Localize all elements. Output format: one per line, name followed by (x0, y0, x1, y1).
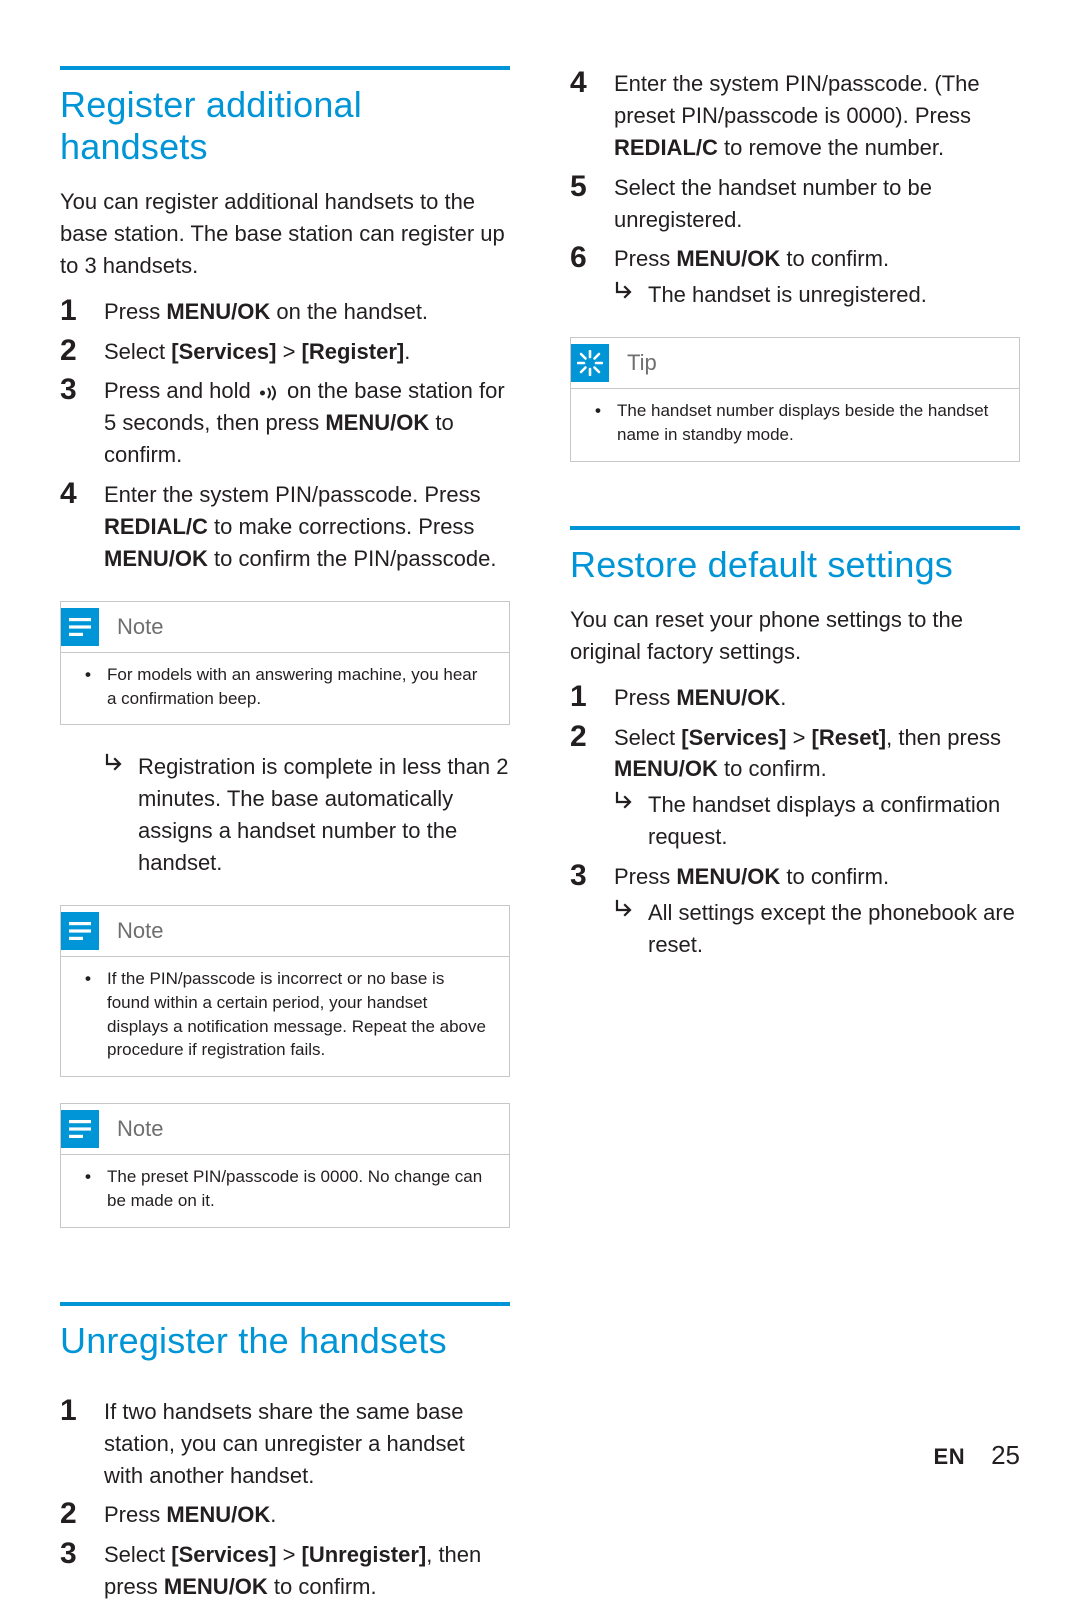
section-divider (60, 1302, 510, 1306)
arrow-icon (104, 751, 126, 773)
step-item: 2 Select [Services] > [Register]. (60, 334, 510, 368)
arrow-icon (614, 897, 636, 919)
left-column: Register additional handsets You can reg… (60, 60, 510, 1609)
step-item: 2 Press MENU/OK. (60, 1497, 510, 1531)
step-text: Press MENU/OK to confirm.The handset is … (614, 241, 1020, 311)
steps-register: 1 Press MENU/OK on the handset. 2 Select [S… (60, 294, 510, 575)
note-callout: Note •If the PIN/passcode is incorrect o… (60, 905, 510, 1077)
result-text: The handset displays a confirmation requ… (648, 789, 1020, 853)
section-intro: You can register additional handsets to … (60, 186, 510, 282)
footer-lang: EN (934, 1444, 966, 1470)
callout-header: Tip (571, 338, 1019, 389)
callout-title: Note (117, 918, 163, 944)
step-number: 2 (60, 1497, 86, 1530)
tip-icon (571, 344, 609, 382)
section-title-restore: Restore default settings (570, 544, 1020, 586)
note-icon (61, 912, 99, 950)
steps-unregister: 1 If two handsets share the same base sta… (60, 1394, 510, 1603)
callout-text: The handset number displays beside the h… (617, 399, 999, 447)
step-number: 1 (60, 294, 86, 327)
callout-body: •If the PIN/passcode is incorrect or no … (61, 957, 509, 1076)
step-item: 5 Select the handset number to be unregis… (570, 170, 1020, 236)
section-title-register: Register additional handsets (60, 84, 510, 168)
step-number: 1 (570, 680, 596, 713)
step-text: Press MENU/OK on the handset. (104, 294, 510, 328)
result-block: The handset displays a confirmation requ… (614, 789, 1020, 853)
step-text: Enter the system PIN/passcode. Press RED… (104, 477, 510, 575)
step-item: 4 Enter the system PIN/passcode. (The pre… (570, 66, 1020, 164)
step-item: 6 Press MENU/OK to confirm.The handset is… (570, 241, 1020, 311)
callout-header: Note (61, 602, 509, 653)
step-number: 4 (60, 477, 86, 510)
callout-title: Tip (627, 350, 657, 376)
callout-body: •The preset PIN/passcode is 0000. No cha… (61, 1155, 509, 1227)
step-text: Select [Services] > [Unregister], then p… (104, 1537, 510, 1603)
step-text: Press MENU/OK. (614, 680, 1020, 714)
arrow-icon (614, 789, 636, 811)
step-item: 3 Press MENU/OK to confirm.All settings e… (570, 859, 1020, 961)
step-item: 2 Select [Services] > [Reset], then press… (570, 720, 1020, 854)
callout-body: •For models with an answering machine, y… (61, 653, 509, 725)
step-number: 1 (60, 1394, 86, 1427)
section-intro: You can reset your phone settings to the… (570, 604, 1020, 668)
step-text: Enter the system PIN/passcode. (The pres… (614, 66, 1020, 164)
step-text: Press and hold on the base station for 5… (104, 373, 510, 471)
footer-page-number: 25 (991, 1440, 1020, 1471)
note-icon (61, 608, 99, 646)
step-number: 3 (60, 1537, 86, 1570)
step-text: Select the handset number to be unregist… (614, 170, 1020, 236)
callout-text: If the PIN/passcode is incorrect or no b… (107, 967, 489, 1062)
result-block: Registration is complete in less than 2 … (104, 751, 510, 879)
callout-title: Note (117, 1116, 163, 1142)
step-text: Select [Services] > [Register]. (104, 334, 510, 368)
callout-header: Note (61, 906, 509, 957)
step-number: 3 (60, 373, 86, 406)
step-number: 3 (570, 859, 596, 892)
section-divider (570, 526, 1020, 530)
arrow-icon (614, 279, 636, 301)
step-item: 3 Select [Services] > [Unregister], then … (60, 1537, 510, 1603)
step-number: 4 (570, 66, 596, 99)
note-icon (61, 1110, 99, 1148)
right-column: 4 Enter the system PIN/passcode. (The pre… (570, 60, 1020, 1609)
step-number: 6 (570, 241, 596, 274)
step-number: 2 (60, 334, 86, 367)
step-number: 2 (570, 720, 596, 753)
step-text: Press MENU/OK to confirm.All settings ex… (614, 859, 1020, 961)
callout-body: •The handset number displays beside the … (571, 389, 1019, 461)
step-item: 1 If two handsets share the same base sta… (60, 1394, 510, 1492)
step-number: 5 (570, 170, 596, 203)
result-text: The handset is unregistered. (648, 279, 927, 311)
section-title-unregister: Unregister the handsets (60, 1320, 510, 1362)
section-divider (60, 66, 510, 70)
tip-callout: Tip •The handset number displays beside … (570, 337, 1020, 462)
page-footer: EN 25 (934, 1440, 1020, 1471)
result-text: All settings except the phonebook are re… (648, 897, 1020, 961)
step-item: 4 Enter the system PIN/passcode. Press RE… (60, 477, 510, 575)
step-item: 3 Press and hold on the base station for … (60, 373, 510, 471)
result-block: All settings except the phonebook are re… (614, 897, 1020, 961)
signal-icon (257, 385, 281, 401)
step-text: Select [Services] > [Reset], then press … (614, 720, 1020, 854)
page-content: Register additional handsets You can reg… (60, 60, 1020, 1609)
step-text: Press MENU/OK. (104, 1497, 510, 1531)
step-item: 1 Press MENU/OK. (570, 680, 1020, 714)
note-callout: Note •The preset PIN/passcode is 0000. N… (60, 1103, 510, 1228)
steps-restore: 1 Press MENU/OK. 2 Select [Services] > [Res… (570, 680, 1020, 961)
result-text: Registration is complete in less than 2 … (138, 751, 510, 879)
steps-unregister-continued: 4 Enter the system PIN/passcode. (The pre… (570, 66, 1020, 311)
callout-header: Note (61, 1104, 509, 1155)
step-text: If two handsets share the same base stat… (104, 1394, 510, 1492)
callout-text: For models with an answering machine, yo… (107, 663, 489, 711)
callout-title: Note (117, 614, 163, 640)
step-item: 1 Press MENU/OK on the handset. (60, 294, 510, 328)
result-block: The handset is unregistered. (614, 279, 1020, 311)
note-callout: Note •For models with an answering machi… (60, 601, 510, 726)
callout-text: The preset PIN/passcode is 0000. No chan… (107, 1165, 489, 1213)
